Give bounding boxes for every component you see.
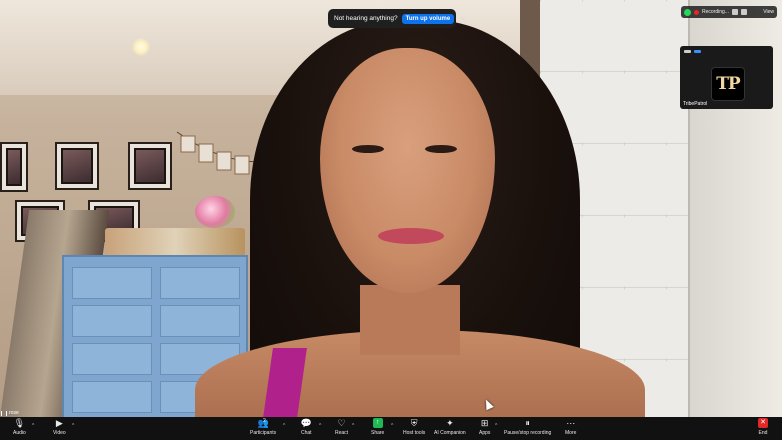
recording-bar: Recording... View	[681, 6, 777, 18]
apps-icon: ⊞	[480, 418, 489, 428]
share-options-chevron-icon[interactable]: ^	[391, 423, 393, 429]
shield-icon: ⛨	[410, 418, 418, 428]
chat-icon: 💬	[300, 418, 312, 428]
turn-up-volume-button[interactable]: Turn up volume	[401, 13, 455, 24]
sparkle-icon: ✦	[446, 418, 454, 428]
share-button[interactable]: ↑ Share	[371, 418, 384, 436]
end-button[interactable]: ✕ End	[758, 418, 768, 436]
pause-recording-icon[interactable]	[731, 9, 738, 15]
person-eye	[352, 145, 384, 153]
pause-stop-icon: ⏸	[525, 418, 530, 428]
audio-label: Audio	[13, 430, 26, 436]
flowers	[195, 196, 235, 228]
react-button[interactable]: ♡ React	[335, 418, 348, 436]
pause-stop-recording-button[interactable]: ⏸ Pause/stop recording	[504, 418, 551, 436]
video-camera-icon: ▶	[55, 418, 63, 428]
meeting-toolbar: 🎙 Audio ^ ▶ Video ^ 👥 2 Participants ^ 💬…	[0, 417, 782, 440]
more-icon: ⋯	[566, 418, 576, 428]
person-eye	[425, 145, 457, 153]
chat-label: Chat	[301, 430, 312, 436]
participants-count: 2	[263, 418, 266, 424]
ai-companion-label: AI Companion	[434, 430, 466, 436]
more-button[interactable]: ⋯ More	[565, 418, 576, 436]
person-lips	[378, 228, 444, 244]
microphone-icon: 🎙	[13, 418, 26, 428]
apps-label: Apps	[479, 430, 491, 436]
participants-button[interactable]: 👥 2 Participants	[250, 418, 276, 436]
ai-companion-button[interactable]: ✦ AI Companion	[434, 418, 466, 436]
react-label: React	[335, 430, 349, 436]
share-arrow-icon: ↑	[372, 418, 383, 428]
recording-label: Recording...	[702, 9, 729, 15]
drawer	[72, 381, 152, 413]
security-shield-icon[interactable]	[684, 8, 691, 16]
logo-text: TP	[716, 74, 740, 94]
ceiling-lamp	[132, 38, 150, 56]
share-label: Share	[371, 430, 385, 436]
signal-icon	[1, 410, 7, 416]
host-tools-label: Host tools	[403, 430, 426, 436]
video-button[interactable]: ▶ Video	[53, 418, 66, 436]
audio-options-chevron-icon[interactable]: ^	[32, 423, 34, 429]
shelf-items	[105, 228, 245, 256]
main-video	[0, 0, 782, 417]
heart-icon: ♡	[337, 418, 346, 428]
wall-frame	[0, 142, 28, 192]
participants-label: Participants	[250, 430, 277, 436]
participants-options-chevron-icon[interactable]: ^	[283, 423, 285, 429]
view-button[interactable]: View	[763, 9, 774, 15]
more-label: More	[565, 430, 577, 436]
chat-options-chevron-icon[interactable]: ^	[319, 423, 321, 429]
participant-logo: TP	[711, 67, 745, 101]
thumbnail-controls	[684, 50, 701, 53]
chat-button[interactable]: 💬 Chat	[301, 418, 312, 436]
wall-frame	[55, 142, 99, 190]
close-icon[interactable]: ✕	[460, 15, 466, 23]
apps-options-chevron-icon[interactable]: ^	[495, 423, 497, 429]
stop-recording-icon[interactable]	[740, 9, 747, 15]
audio-button[interactable]: 🎙 Audio	[13, 418, 26, 436]
self-name: rose	[9, 410, 19, 416]
self-name-tag: rose	[1, 410, 19, 416]
end-icon: ✕	[758, 418, 768, 428]
minimize-icon[interactable]	[684, 50, 691, 53]
wall-frame	[128, 142, 172, 190]
apps-button[interactable]: ⊞ Apps	[479, 418, 490, 436]
react-options-chevron-icon[interactable]: ^	[352, 423, 354, 429]
person-neck	[360, 285, 460, 355]
drawer	[72, 305, 152, 337]
end-label: End	[758, 430, 768, 436]
drawer	[72, 267, 152, 299]
host-tools-button[interactable]: ⛨ Host tools	[403, 418, 425, 436]
drawer	[160, 305, 240, 337]
video-label: Video	[53, 430, 66, 436]
pause-stop-label: Pause/stop recording	[504, 430, 552, 436]
participant-thumbnail[interactable]: TP TribePatrol	[680, 46, 773, 109]
drawer	[160, 267, 240, 299]
drawer	[72, 343, 152, 375]
recording-dot-icon	[694, 9, 699, 15]
layout-icon[interactable]	[694, 50, 701, 53]
notification-message: Not hearing anything?	[334, 15, 398, 22]
participant-name: TribePatrol	[683, 101, 708, 107]
audio-notification: Not hearing anything? Turn up volume ✕	[328, 9, 466, 28]
video-options-chevron-icon[interactable]: ^	[72, 423, 74, 429]
